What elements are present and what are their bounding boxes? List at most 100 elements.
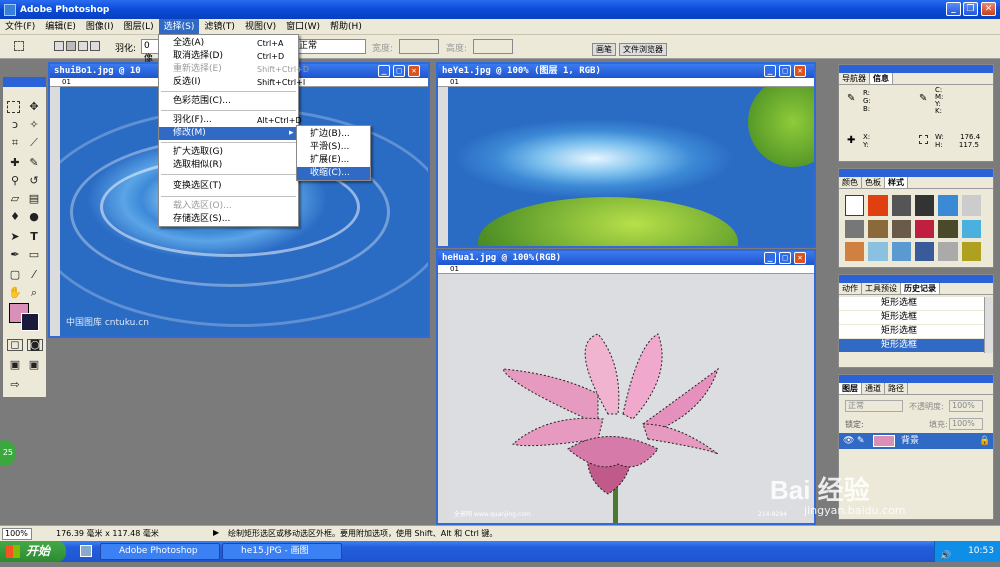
blend-mode-select[interactable]: 正常 bbox=[845, 400, 903, 412]
menu-help[interactable]: 帮助(H) bbox=[325, 19, 367, 35]
notes-tool-icon[interactable]: ▢ bbox=[7, 267, 23, 283]
tab-swatches[interactable]: 色板 bbox=[862, 177, 885, 188]
tab-layers[interactable]: 图层 bbox=[839, 383, 862, 394]
style-swatch[interactable] bbox=[961, 242, 981, 261]
menu-image[interactable]: 图像(I) bbox=[81, 19, 119, 35]
submenu-item-border[interactable]: 扩边(B)... bbox=[297, 128, 370, 141]
gradient-tool-icon[interactable]: ▤ bbox=[26, 191, 42, 207]
menu-file[interactable]: 文件(F) bbox=[0, 19, 40, 35]
tab-actions[interactable]: 动作 bbox=[839, 283, 862, 294]
menu-item-color-range[interactable]: 色彩范围(C)... bbox=[159, 95, 298, 108]
style-swatch[interactable] bbox=[845, 242, 865, 261]
tab-info[interactable]: 信息 bbox=[870, 73, 893, 84]
menu-item-transform-selection[interactable]: 变换选区(T) bbox=[159, 180, 298, 193]
style-swatch[interactable] bbox=[938, 195, 958, 216]
width-input[interactable] bbox=[399, 39, 439, 54]
doc3-close-button[interactable]: ✕ bbox=[794, 252, 806, 264]
menu-item-reselect[interactable]: 重新选择(E) Shift+Ctrl+D bbox=[159, 63, 309, 76]
submenu-item-contract[interactable]: 收缩(C)... bbox=[297, 167, 370, 180]
standard-mode-icon[interactable]: ◻ bbox=[7, 339, 23, 351]
path-select-icon[interactable]: ➤ bbox=[7, 229, 23, 245]
subtract-selection-icon[interactable] bbox=[78, 41, 88, 51]
brush-tool-icon[interactable]: ✎ bbox=[26, 155, 42, 171]
document-window-hehua[interactable]: heHua1.jpg @ 100%(RGB) _ □ ✕ 01 全景网 www.… bbox=[436, 249, 816, 525]
new-selection-icon[interactable] bbox=[54, 41, 64, 51]
fill-input[interactable]: 100% bbox=[949, 418, 983, 430]
style-swatch[interactable] bbox=[915, 195, 935, 216]
marquee-tool-icon[interactable] bbox=[7, 101, 20, 113]
style-swatch[interactable] bbox=[845, 219, 865, 239]
history-item[interactable]: 矩形选框 bbox=[839, 297, 984, 310]
quickmask-mode-icon[interactable]: ◙ bbox=[27, 339, 43, 351]
menu-item-deselect[interactable]: 取消选择(D) Ctrl+D bbox=[159, 50, 298, 63]
doc1-maximize-button[interactable]: □ bbox=[393, 65, 405, 77]
menu-item-load-selection[interactable]: 载入选区(O)... bbox=[159, 200, 298, 213]
doc3-minimize-button[interactable]: _ bbox=[764, 252, 776, 264]
task-photoshop[interactable]: Adobe Photoshop bbox=[100, 543, 220, 560]
doc2-maximize-button[interactable]: □ bbox=[779, 65, 791, 77]
style-swatch[interactable] bbox=[891, 242, 911, 261]
lasso-tool-icon[interactable]: ↄ bbox=[7, 117, 23, 133]
tab-channels[interactable]: 通道 bbox=[862, 383, 885, 394]
tab-brushes[interactable]: 画笔 bbox=[592, 43, 616, 56]
doc2-close-button[interactable]: ✕ bbox=[794, 65, 806, 77]
add-selection-icon[interactable] bbox=[66, 41, 76, 51]
doc3-canvas[interactable]: 全景网 www.quanjing.com 214-9294 bbox=[448, 274, 814, 523]
slice-tool-icon[interactable]: ⟋ bbox=[26, 135, 42, 151]
restore-button[interactable]: ❐ bbox=[963, 2, 978, 16]
start-button[interactable]: 开始 bbox=[0, 541, 66, 562]
history-scrollbar[interactable] bbox=[984, 297, 993, 353]
style-select[interactable]: 正常 bbox=[296, 39, 366, 54]
menu-item-modify[interactable]: 修改(M) ▸ bbox=[159, 127, 298, 140]
style-swatch[interactable] bbox=[868, 219, 888, 239]
style-swatch[interactable] bbox=[891, 195, 911, 216]
quick-launch-icon[interactable] bbox=[80, 545, 92, 557]
jump-to-imageready-icon[interactable]: ⇨ bbox=[7, 377, 23, 393]
menu-item-feather[interactable]: 羽化(F)... Alt+Ctrl+D bbox=[159, 114, 302, 127]
opacity-input[interactable]: 100% bbox=[949, 400, 983, 412]
menu-item-save-selection[interactable]: 存储选区(S)... bbox=[159, 213, 298, 226]
style-swatch[interactable] bbox=[868, 242, 888, 261]
style-swatch[interactable] bbox=[845, 195, 865, 216]
hand-tool-icon[interactable]: ✋ bbox=[7, 285, 23, 301]
style-swatch[interactable] bbox=[938, 219, 958, 239]
magic-wand-icon[interactable]: ✧ bbox=[26, 117, 42, 133]
marquee-tool-preset-icon[interactable] bbox=[14, 41, 24, 51]
style-swatch[interactable] bbox=[938, 242, 958, 261]
doc2-canvas[interactable] bbox=[448, 87, 814, 246]
doc1-minimize-button[interactable]: _ bbox=[378, 65, 390, 77]
menu-filter[interactable]: 滤镜(T) bbox=[199, 19, 240, 35]
layer-row-background[interactable]: 👁 ✎ 背景 🔒 bbox=[839, 433, 993, 449]
close-button[interactable]: ✕ bbox=[981, 2, 996, 16]
move-tool-icon[interactable]: ✥ bbox=[26, 99, 42, 115]
crop-tool-icon[interactable]: ⌗ bbox=[7, 135, 23, 151]
blur-tool-icon[interactable]: ♦ bbox=[7, 209, 23, 225]
screen-mode-icon[interactable]: ▣ bbox=[7, 357, 23, 373]
background-color-swatch[interactable] bbox=[21, 313, 39, 331]
menu-view[interactable]: 视图(V) bbox=[240, 19, 281, 35]
style-swatch[interactable] bbox=[868, 195, 888, 216]
style-swatch[interactable] bbox=[961, 195, 981, 216]
tab-navigator[interactable]: 导航器 bbox=[839, 73, 870, 84]
eyedropper-icon[interactable]: ⁄ bbox=[26, 267, 42, 283]
healing-brush-icon[interactable]: ✚ bbox=[7, 155, 23, 171]
task-paint[interactable]: he15.JPG - 画图 bbox=[222, 543, 342, 560]
doc3-maximize-button[interactable]: □ bbox=[779, 252, 791, 264]
zoom-tool-icon[interactable]: ⌕ bbox=[26, 285, 42, 301]
volume-icon[interactable]: 🔊 bbox=[940, 546, 951, 567]
eraser-tool-icon[interactable]: ▱ bbox=[7, 191, 23, 207]
submenu-item-expand[interactable]: 扩展(E)... bbox=[297, 154, 370, 167]
status-arrow-icon[interactable]: ▶ bbox=[213, 528, 219, 537]
menu-item-select-all[interactable]: 全选(A) Ctrl+A bbox=[159, 37, 298, 50]
document-window-heye[interactable]: heYe1.jpg @ 100% (图层 1, RGB) _ □ ✕ 01 bbox=[436, 62, 816, 248]
pen-tool-icon[interactable]: ✒ bbox=[7, 247, 23, 263]
type-tool-icon[interactable]: T bbox=[26, 229, 42, 245]
history-brush-icon[interactable]: ↺ bbox=[26, 173, 42, 189]
menu-layer[interactable]: 图层(L) bbox=[119, 19, 159, 35]
style-swatch[interactable] bbox=[961, 219, 981, 239]
menu-item-similar[interactable]: 选取相似(R) bbox=[159, 159, 298, 172]
menu-item-inverse[interactable]: 反选(I) Shift+Ctrl+I bbox=[159, 76, 305, 89]
menu-item-grow[interactable]: 扩大选取(G) bbox=[159, 146, 298, 159]
menu-edit[interactable]: 编辑(E) bbox=[40, 19, 81, 35]
minimize-button[interactable]: _ bbox=[946, 2, 961, 16]
